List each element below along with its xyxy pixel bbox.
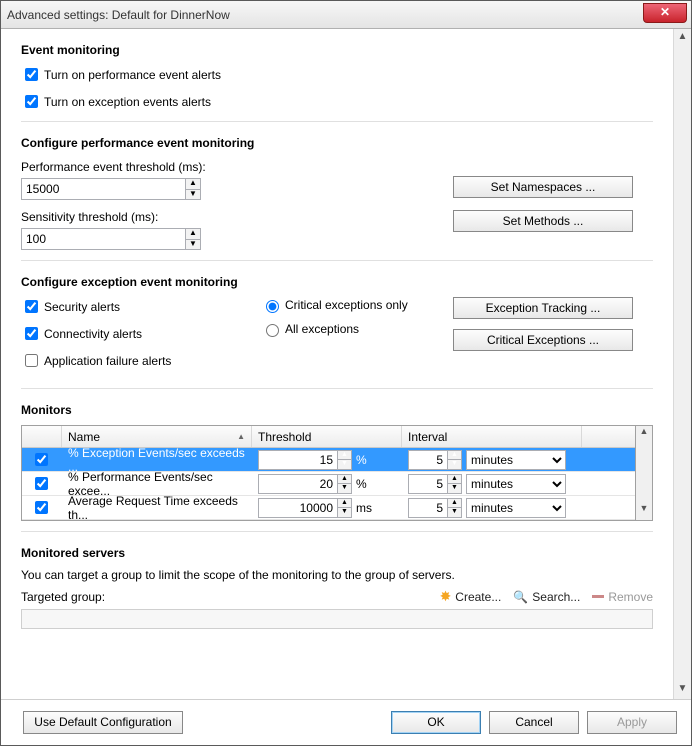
divider — [21, 260, 653, 261]
cancel-button[interactable]: Cancel — [489, 711, 579, 734]
radio-critical-only-label: Critical exceptions only — [285, 298, 408, 312]
use-default-config-button[interactable]: Use Default Configuration — [23, 711, 183, 734]
radio-critical-only[interactable] — [266, 300, 279, 313]
close-button[interactable]: ✕ — [643, 3, 687, 23]
scroll-down-icon[interactable]: ▼ — [674, 681, 691, 699]
table-scrollbar[interactable]: ▲ ▼ — [636, 425, 653, 521]
row-name: % Performance Events/sec excee... — [62, 472, 252, 495]
col-checkbox[interactable] — [22, 426, 62, 447]
table-row[interactable]: Average Request Time exceeds th... ▲▼ ms… — [22, 496, 635, 520]
row-interval-input[interactable] — [408, 498, 448, 518]
perf-threshold-label: Performance event threshold (ms): — [21, 160, 241, 174]
section-config-perf-header: Configure performance event monitoring — [21, 136, 653, 150]
checkbox-security-alerts[interactable] — [25, 300, 38, 313]
row-name: Average Request Time exceeds th... — [62, 496, 252, 519]
advanced-settings-dialog: Advanced settings: Default for DinnerNow… — [0, 0, 692, 746]
section-monitors-header: Monitors — [21, 403, 653, 417]
monitors-table[interactable]: Name Threshold Interval % Exception Even… — [21, 425, 636, 521]
spinner-icon[interactable]: ▲▼ — [338, 450, 352, 470]
row-interval-input[interactable] — [408, 450, 448, 470]
perf-threshold-spinner[interactable]: ▲▼ — [186, 178, 201, 200]
row-interval-input[interactable] — [408, 474, 448, 494]
checkbox-connectivity-alerts-label: Connectivity alerts — [44, 327, 142, 341]
radio-all-exceptions-label: All exceptions — [285, 322, 359, 336]
row-threshold-input[interactable] — [258, 474, 338, 494]
search-icon: 🔍 — [513, 590, 528, 604]
sensitivity-input[interactable] — [21, 228, 186, 250]
table-header[interactable]: Name Threshold Interval — [22, 426, 635, 448]
targeted-group-label: Targeted group: — [21, 590, 105, 604]
spinner-icon[interactable]: ▲▼ — [338, 474, 352, 494]
targeted-group-field[interactable] — [21, 609, 653, 629]
scroll-up-icon[interactable]: ▲ — [674, 29, 691, 47]
section-config-exc-header: Configure exception event monitoring — [21, 275, 653, 289]
checkbox-exception-alerts[interactable] — [25, 95, 38, 108]
row-threshold-unit: % — [356, 453, 367, 467]
checkbox-performance-alerts[interactable] — [25, 68, 38, 81]
col-name[interactable]: Name — [62, 426, 252, 447]
content-area: Event monitoring Turn on performance eve… — [1, 29, 673, 699]
divider — [21, 388, 653, 389]
row-interval-unit-select[interactable]: minutes — [466, 474, 566, 494]
row-name: % Exception Events/sec exceeds ... — [62, 448, 252, 471]
spinner-icon[interactable]: ▲▼ — [448, 474, 462, 494]
row-checkbox[interactable] — [35, 453, 48, 466]
checkbox-appfailure-alerts-label: Application failure alerts — [44, 354, 171, 368]
col-threshold[interactable]: Threshold — [252, 426, 402, 447]
row-checkbox[interactable] — [35, 501, 48, 514]
row-threshold-unit: ms — [356, 501, 372, 515]
spinner-icon[interactable]: ▲▼ — [448, 450, 462, 470]
set-methods-button[interactable]: Set Methods ... — [453, 210, 633, 232]
table-row[interactable]: % Performance Events/sec excee... ▲▼ % ▲… — [22, 472, 635, 496]
perf-threshold-input[interactable] — [21, 178, 186, 200]
section-event-monitoring-header: Event monitoring — [21, 43, 653, 57]
dialog-footer: Use Default Configuration OK Cancel Appl… — [1, 699, 691, 745]
col-interval[interactable]: Interval — [402, 426, 582, 447]
apply-button[interactable]: Apply — [587, 711, 677, 734]
exception-tracking-button[interactable]: Exception Tracking ... — [453, 297, 633, 319]
remove-group-action[interactable]: Remove — [592, 590, 653, 604]
sensitivity-label: Sensitivity threshold (ms): — [21, 210, 241, 224]
row-threshold-input[interactable] — [258, 450, 338, 470]
scroll-up-icon[interactable]: ▲ — [636, 426, 652, 443]
critical-exceptions-button[interactable]: Critical Exceptions ... — [453, 329, 633, 351]
checkbox-performance-alerts-label: Turn on performance event alerts — [44, 68, 221, 82]
checkbox-connectivity-alerts[interactable] — [25, 327, 38, 340]
sensitivity-spinner[interactable]: ▲▼ — [186, 228, 201, 250]
row-threshold-unit: % — [356, 477, 367, 491]
table-row[interactable]: % Exception Events/sec exceeds ... ▲▼ % … — [22, 448, 635, 472]
checkbox-security-alerts-label: Security alerts — [44, 300, 120, 314]
window-title: Advanced settings: Default for DinnerNow — [7, 8, 230, 22]
spinner-icon[interactable]: ▲▼ — [338, 498, 352, 518]
monitored-servers-desc: You can target a group to limit the scop… — [21, 568, 653, 582]
sparkle-icon: ✸ — [440, 588, 452, 605]
ok-button[interactable]: OK — [391, 711, 481, 734]
row-interval-unit-select[interactable]: minutes — [466, 498, 566, 518]
set-namespaces-button[interactable]: Set Namespaces ... — [453, 176, 633, 198]
checkbox-exception-alerts-label: Turn on exception events alerts — [44, 95, 211, 109]
main-scrollbar[interactable]: ▲ ▼ — [673, 29, 691, 699]
section-monitored-servers-header: Monitored servers — [21, 546, 653, 560]
remove-icon — [592, 595, 604, 598]
row-checkbox[interactable] — [35, 477, 48, 490]
row-interval-unit-select[interactable]: minutes — [466, 450, 566, 470]
checkbox-appfailure-alerts[interactable] — [25, 354, 38, 367]
scroll-down-icon[interactable]: ▼ — [636, 503, 652, 520]
radio-all-exceptions[interactable] — [266, 324, 279, 337]
divider — [21, 531, 653, 532]
row-threshold-input[interactable] — [258, 498, 338, 518]
search-group-action[interactable]: 🔍Search... — [513, 590, 580, 604]
spinner-icon[interactable]: ▲▼ — [448, 498, 462, 518]
create-group-action[interactable]: ✸Create... — [440, 588, 502, 605]
divider — [21, 121, 653, 122]
titlebar[interactable]: Advanced settings: Default for DinnerNow… — [1, 1, 691, 29]
